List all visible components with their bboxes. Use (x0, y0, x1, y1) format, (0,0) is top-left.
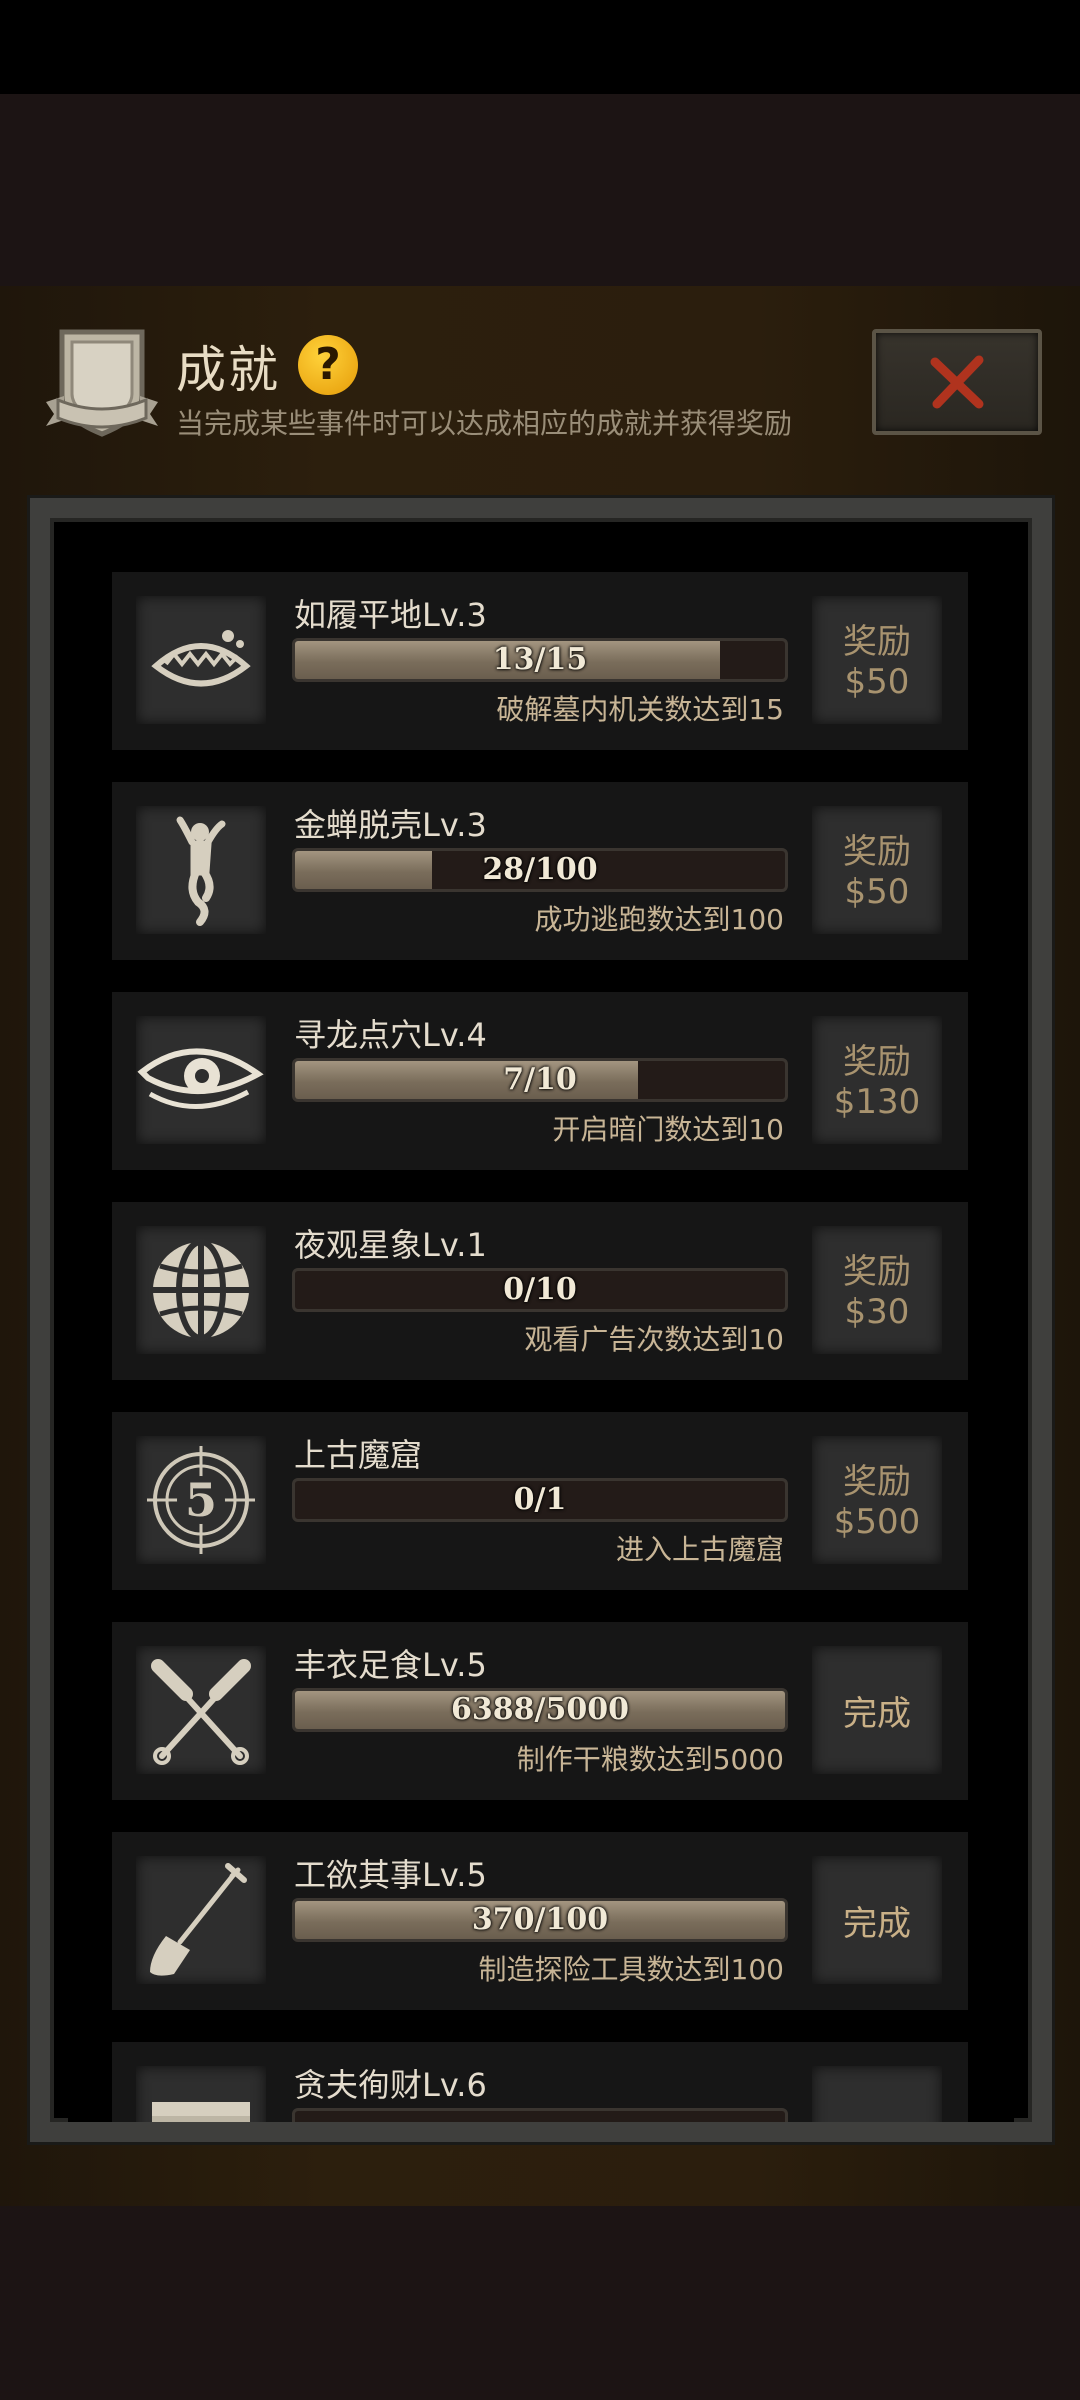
reward-label: 奖励 (843, 1252, 911, 1292)
achievement-card[interactable]: 丰衣足食Lv.5 6388/5000 制作干粮数达到5000 完成 (112, 1622, 968, 1800)
progress-text (295, 2111, 785, 2122)
reward-value: $500 (833, 1502, 921, 1542)
achievement-card[interactable]: 如履平地Lv.3 13/15 破解墓内机关数达到15 奖励 $50 (112, 572, 968, 750)
reward-value: $130 (833, 1082, 921, 1122)
achievement-description: 制造探险工具数达到100 (478, 1953, 784, 1986)
reward-button[interactable]: 奖励 $500 (812, 1436, 942, 1564)
achievement-card[interactable]: 金蝉脱壳Lv.3 28/100 成功逃跑数达到100 奖励 $50 (112, 782, 968, 960)
reward-value: $50 (844, 872, 910, 912)
progress-bar: 7/10 (292, 1058, 788, 1102)
achievement-name: 寻龙点穴Lv.4 (294, 1016, 487, 1054)
reward-label: 奖励 (843, 622, 911, 662)
achievement-card[interactable]: 工欲其事Lv.5 370/100 制造探险工具数达到100 完成 (112, 1832, 968, 2010)
achievement-icon-box (136, 1646, 266, 1774)
progress-text: 0/10 (503, 1272, 577, 1307)
progress-bar: 28/100 (292, 848, 788, 892)
achievement-description: 开启暗门数达到10 (552, 1113, 784, 1146)
reward-label: 奖励 (843, 1042, 911, 1082)
achievement-card[interactable]: 夜观星象Lv.1 0/10 观看广告次数达到10 奖励 $30 (112, 1202, 968, 1380)
achievement-description: 进入上古魔窟 (615, 1533, 784, 1566)
eye-icon (137, 1048, 264, 1109)
progress-bar: 6388/5000 (292, 1688, 788, 1732)
achievement-badge-icon (44, 322, 160, 444)
reward-button[interactable] (812, 2066, 942, 2122)
achievement-icon-box: 5 (136, 1436, 266, 1564)
trap-icon (151, 630, 251, 687)
progress-bar: 0/1 (292, 1478, 788, 1522)
escape-figure-icon (176, 816, 226, 926)
progress-bar: 0/10 (292, 1268, 788, 1312)
achievement-icon-box (136, 806, 266, 934)
bottom-backdrop (0, 2206, 1080, 2400)
shovel-icon (150, 1863, 247, 1976)
reward-button[interactable]: 奖励 $50 (812, 596, 942, 724)
treasure-icon (152, 2102, 250, 2122)
achievement-description: 观看广告次数达到10 (524, 1323, 784, 1356)
completed-label: 完成 (843, 1694, 911, 1734)
reward-button[interactable]: 奖励 $30 (812, 1226, 942, 1354)
achievement-list-frame: 如履平地Lv.3 13/15 破解墓内机关数达到15 奖励 $50 金蝉脱壳Lv.3 28/… (30, 498, 1052, 2142)
achievement-description: 破解墓内机关数达到15 (496, 693, 784, 726)
progress-bar: 370/100 (292, 1898, 788, 1942)
achievement-icon-box (136, 1226, 266, 1354)
progress-bar (292, 2108, 788, 2122)
close-button[interactable] (872, 329, 1042, 435)
achievement-description: 成功逃跑数达到100 (534, 903, 784, 936)
progress-text: 370/100 (471, 1902, 609, 1937)
progress-text: 0/1 (513, 1482, 567, 1517)
achievement-card[interactable]: 5 上古魔窟 0/1 进入上古魔窟 奖励 $500 (112, 1412, 968, 1590)
progress-text: 13/15 (492, 642, 588, 677)
achievement-name: 上古魔窟 (294, 1436, 423, 1474)
achievement-name: 丰衣足食Lv.5 (294, 1646, 487, 1684)
achievement-name: 工欲其事Lv.5 (294, 1856, 487, 1894)
progress-bar: 13/15 (292, 638, 788, 682)
reward-value: $30 (844, 1292, 910, 1332)
help-icon[interactable]: ? (298, 335, 358, 395)
crossed-spatulas-icon (151, 1659, 251, 1765)
claim-button[interactable]: 完成 (812, 1856, 942, 1984)
achievement-name: 夜观星象Lv.1 (294, 1226, 487, 1264)
achievement-card[interactable]: 贪夫徇财Lv.6 (112, 2042, 968, 2122)
achievement-name: 金蝉脱壳Lv.3 (294, 806, 487, 844)
countdown-5-icon: 5 (147, 1446, 255, 1554)
progress-text: 7/10 (503, 1062, 577, 1097)
reward-button[interactable]: 奖励 $50 (812, 806, 942, 934)
achievement-icon-box (136, 2066, 266, 2122)
achievement-card[interactable]: 寻龙点穴Lv.4 7/10 开启暗门数达到10 奖励 $130 (112, 992, 968, 1170)
claim-button[interactable]: 完成 (812, 1646, 942, 1774)
page-title: 成就 (176, 341, 280, 399)
reward-label: 奖励 (843, 1462, 911, 1502)
achievement-icon-box (136, 1016, 266, 1144)
close-icon (930, 355, 984, 409)
globe-icon (153, 1239, 249, 1341)
reward-value: $50 (844, 662, 910, 702)
achievement-list[interactable]: 如履平地Lv.3 13/15 破解墓内机关数达到15 奖励 $50 金蝉脱壳Lv.3 28/… (68, 536, 1014, 2122)
achievement-name: 贪夫徇财Lv.6 (294, 2066, 487, 2104)
completed-label: 完成 (843, 1904, 911, 1944)
achievement-icon-box (136, 596, 266, 724)
top-backdrop (0, 94, 1080, 286)
achievement-description: 制作干粮数达到5000 (516, 1743, 784, 1776)
achievement-icon-box (136, 1856, 266, 1984)
status-bar (0, 0, 1080, 94)
reward-button[interactable]: 奖励 $130 (812, 1016, 942, 1144)
svg-text:5: 5 (185, 1473, 217, 1527)
achievement-name: 如履平地Lv.3 (294, 596, 487, 634)
progress-text: 6388/5000 (451, 1692, 629, 1727)
reward-label: 奖励 (843, 832, 911, 872)
progress-text: 28/100 (482, 852, 598, 887)
page-subtitle: 当完成某些事件时可以达成相应的成就并获得奖励 (176, 407, 793, 440)
